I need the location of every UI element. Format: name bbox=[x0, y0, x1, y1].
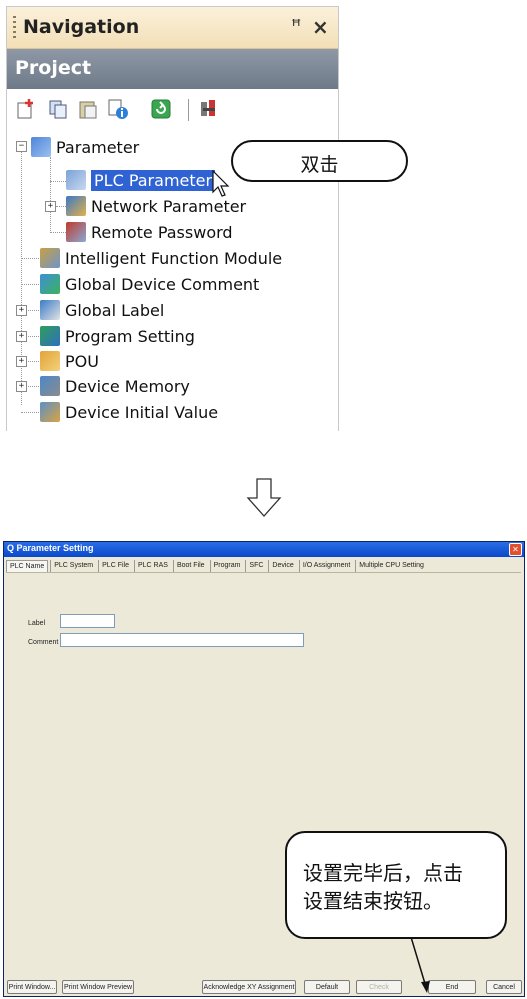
collapse-icon[interactable]: − bbox=[16, 141, 27, 152]
print-window-button[interactable]: Print Window... bbox=[7, 980, 57, 994]
tree-item-network-parameter[interactable]: Network Parameter bbox=[66, 195, 246, 217]
tree-item-label: Device Memory bbox=[65, 376, 190, 396]
tree-line bbox=[21, 284, 41, 286]
label-input[interactable] bbox=[60, 614, 115, 628]
tree-item-remote-password[interactable]: Remote Password bbox=[66, 221, 233, 243]
close-icon[interactable]: × bbox=[312, 15, 329, 39]
tree-item-plc-parameter[interactable]: PLC Parameter bbox=[66, 169, 216, 191]
project-label: Project bbox=[15, 57, 92, 79]
tree-item-program-setting[interactable]: Program Setting bbox=[40, 325, 195, 347]
tree-item-label: Program Setting bbox=[65, 326, 195, 346]
tab-plc-system[interactable]: PLC System bbox=[50, 560, 97, 572]
expand-icon[interactable]: + bbox=[16, 381, 27, 392]
navigation-panel: Navigation ꟸ × Project − + + + + + Param… bbox=[6, 6, 339, 431]
plc-parameter-icon bbox=[66, 170, 86, 190]
dialog-title: Q Parameter Setting bbox=[7, 543, 94, 553]
tree-item-label: POU bbox=[65, 351, 99, 371]
device-comment-icon bbox=[40, 274, 60, 294]
device-initial-value-icon bbox=[40, 402, 60, 422]
end-button-callout: 设置完毕后，点击 设置结束按钮。 bbox=[285, 831, 507, 939]
new-data-icon[interactable] bbox=[15, 98, 37, 120]
default-button[interactable]: Default bbox=[304, 980, 350, 994]
tree-item-label: Parameter bbox=[56, 137, 140, 157]
mouse-cursor-icon bbox=[212, 170, 230, 197]
tree-item-label: Global Device Comment bbox=[65, 274, 260, 294]
tree-item-label: Device Initial Value bbox=[65, 402, 219, 422]
navigation-titlebar: Navigation ꟸ × bbox=[7, 7, 338, 49]
tab-plc-ras[interactable]: PLC RAS bbox=[133, 560, 171, 572]
tab-multiple-cpu-setting[interactable]: Multiple CPU Setting bbox=[355, 560, 427, 572]
tree-item-intelligent-function-module[interactable]: Intelligent Function Module bbox=[40, 247, 282, 269]
tree-item-label: Intelligent Function Module bbox=[65, 248, 283, 268]
copy-icon[interactable] bbox=[47, 98, 69, 120]
tree-item-global-label[interactable]: Global Label bbox=[40, 299, 164, 321]
tab-plc-file[interactable]: PLC File bbox=[98, 560, 132, 572]
tree-item-parameter[interactable]: Parameter bbox=[31, 136, 139, 158]
expand-icon[interactable]: + bbox=[45, 201, 56, 212]
callout-text-line1: 设置完毕后，点击 bbox=[303, 861, 463, 885]
tab-device[interactable]: Device bbox=[268, 560, 297, 572]
property-icon[interactable] bbox=[107, 98, 129, 120]
end-button[interactable]: End bbox=[428, 980, 476, 994]
pin-icon[interactable]: ꟸ bbox=[291, 16, 301, 37]
comment-caption: Comment bbox=[28, 639, 59, 646]
tree-item-global-device-comment[interactable]: Global Device Comment bbox=[40, 273, 259, 295]
tree-item-label: Global Label bbox=[65, 300, 165, 320]
expand-icon[interactable]: + bbox=[16, 305, 27, 316]
tree-item-label: Remote Password bbox=[91, 222, 233, 242]
callout-text-line2: 设置结束按钮。 bbox=[303, 889, 443, 913]
close-icon[interactable]: ✕ bbox=[509, 543, 522, 556]
tab-io-assignment[interactable]: I/O Assignment bbox=[298, 560, 354, 572]
comment-input[interactable] bbox=[60, 633, 304, 647]
tab-boot-file[interactable]: Boot File bbox=[172, 560, 208, 572]
tree-item-pou[interactable]: POU bbox=[40, 350, 99, 372]
tree-item-label: PLC Parameter bbox=[91, 169, 216, 191]
double-click-callout: 双击 bbox=[231, 140, 408, 182]
navigation-toolbar bbox=[7, 90, 338, 130]
remote-password-icon bbox=[66, 222, 86, 242]
intelligent-module-icon bbox=[40, 248, 60, 268]
navigation-title: Navigation bbox=[23, 16, 140, 38]
tab-program[interactable]: Program bbox=[209, 560, 244, 572]
print-window-preview-button[interactable]: Print Window Preview bbox=[62, 980, 134, 994]
find-icon[interactable] bbox=[198, 98, 220, 120]
network-parameter-icon bbox=[66, 196, 86, 216]
project-header[interactable]: Project bbox=[7, 49, 338, 89]
program-setting-icon bbox=[40, 326, 60, 346]
expand-icon[interactable]: + bbox=[16, 331, 27, 342]
callout-text: 双击 bbox=[300, 154, 339, 176]
parameter-folder-icon bbox=[31, 137, 51, 157]
tree-item-device-initial-value[interactable]: Device Initial Value bbox=[40, 401, 218, 423]
expand-icon[interactable]: + bbox=[16, 356, 27, 367]
callout-pointer-arrow-icon bbox=[410, 937, 430, 993]
paste-icon[interactable] bbox=[77, 98, 99, 120]
down-arrow-icon bbox=[246, 478, 282, 517]
parameter-tabs: PLC Name PLC System PLC File PLC RAS Boo… bbox=[6, 560, 429, 573]
tree-line bbox=[21, 258, 41, 260]
label-caption: Label bbox=[28, 620, 46, 627]
cancel-button[interactable]: Cancel bbox=[486, 980, 522, 994]
tree-item-label: Network Parameter bbox=[91, 196, 247, 216]
acknowledge-xy-assignment-button[interactable]: Acknowledge XY Assignment bbox=[202, 980, 296, 994]
check-button[interactable]: Check bbox=[356, 980, 402, 994]
global-label-icon bbox=[40, 300, 60, 320]
tree-item-device-memory[interactable]: Device Memory bbox=[40, 375, 190, 397]
refresh-icon[interactable] bbox=[150, 98, 172, 120]
device-memory-icon bbox=[40, 376, 60, 396]
toolbar-separator bbox=[188, 99, 189, 121]
tree-line bbox=[21, 412, 41, 414]
pou-icon bbox=[40, 351, 60, 371]
dialog-titlebar[interactable]: Q Parameter Setting ✕ bbox=[4, 542, 524, 557]
tab-sfc[interactable]: SFC bbox=[245, 560, 267, 572]
tree-line bbox=[50, 157, 52, 233]
dialog-button-bar: Print Window... Print Window Preview Ack… bbox=[4, 976, 524, 994]
drag-grip-icon[interactable] bbox=[13, 16, 16, 38]
